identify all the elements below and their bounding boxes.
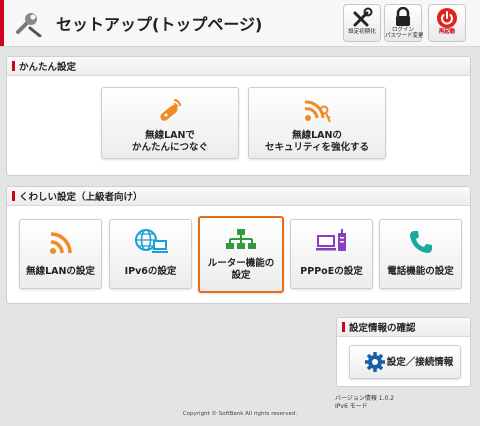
- page-title: セットアップ(トップページ): [56, 15, 263, 34]
- factory-reset-button[interactable]: 設定初期化: [343, 4, 381, 42]
- reboot-label: 再起動: [438, 29, 456, 35]
- login-password-button[interactable]: ログイン パスワード変更: [384, 4, 424, 42]
- pppoe-settings-label: PPPoEの設定: [300, 266, 363, 277]
- easy-wireless-security-label: 無線LANの セキュリティを強化する: [265, 130, 369, 153]
- section-marker: [12, 191, 15, 201]
- settings-connection-info-button[interactable]: 設定／接続情報: [349, 345, 461, 379]
- phone-icon: [409, 231, 432, 253]
- ipv6-mode-info: IPv6 モード: [335, 403, 368, 410]
- network-tree-icon: [226, 229, 256, 249]
- easy-setup-title: かんたん設定: [19, 62, 77, 73]
- advanced-settings-title: くわしい設定（上級者向け）: [19, 192, 143, 203]
- wifi-key-icon: [304, 100, 331, 123]
- section-marker: [342, 322, 345, 332]
- globe-monitor-icon: [134, 229, 168, 253]
- factory-reset-label: 設定初期化: [348, 29, 376, 35]
- ipv6-settings-label: IPv6の設定: [124, 266, 177, 277]
- easy-wireless-connect-label: 無線LANで かんたんにつなぐ: [131, 130, 208, 153]
- phone-settings-tile[interactable]: 電話機能の設定: [379, 219, 462, 289]
- settings-connection-info-label: 設定／接続情報: [386, 357, 454, 368]
- easy-wireless-connect-tile[interactable]: 無線LANで かんたんにつなぐ: [101, 87, 239, 159]
- wrench-screwdriver-logo-icon: [16, 13, 42, 37]
- easy-setup-header: かんたん設定: [7, 57, 470, 76]
- reboot-button[interactable]: 再起動: [428, 4, 466, 42]
- pppoe-settings-tile[interactable]: PPPoEの設定: [290, 219, 373, 289]
- header-accent-bar: [0, 0, 4, 46]
- wifi-icon: [49, 232, 72, 254]
- wireless-lan-settings-label: 無線LANの設定: [26, 266, 95, 277]
- settings-info-panel: 設定情報の確認 設定／接続情報: [336, 317, 471, 387]
- pppoe-device-icon: [315, 229, 346, 251]
- section-marker: [12, 61, 15, 71]
- settings-info-header: 設定情報の確認: [337, 318, 470, 337]
- tools-icon: [353, 7, 373, 27]
- settings-info-title: 設定情報の確認: [349, 323, 416, 334]
- wireless-lan-settings-tile[interactable]: 無線LANの設定: [19, 219, 102, 289]
- easy-setup-panel: かんたん設定 無線LANで かんたんにつなぐ 無線LANの セキュリティを強化す…: [6, 56, 471, 176]
- phone-settings-label: 電話機能の設定: [387, 266, 454, 277]
- advanced-settings-header: くわしい設定（上級者向け）: [7, 187, 470, 206]
- advanced-settings-panel: くわしい設定（上級者向け） 無線LANの設定 IPv6の設定 ルーター機能の 設…: [6, 186, 471, 304]
- header: セットアップ(トップページ) 設定初期化 ログイン パスワード変更 再起動: [0, 0, 480, 47]
- copyright: Copyright © SoftBank All rights reserved…: [182, 411, 298, 417]
- login-password-label-2: パスワード変更: [385, 33, 424, 39]
- router-function-settings-tile[interactable]: ルーター機能の 設定: [198, 216, 284, 293]
- wireless-key-icon: [160, 99, 181, 121]
- easy-wireless-security-tile[interactable]: 無線LANの セキュリティを強化する: [248, 87, 386, 159]
- router-function-settings-label: ルーター機能の 設定: [207, 258, 275, 281]
- ipv6-settings-tile[interactable]: IPv6の設定: [109, 219, 192, 289]
- lock-icon: [396, 7, 410, 26]
- power-icon: [437, 8, 457, 28]
